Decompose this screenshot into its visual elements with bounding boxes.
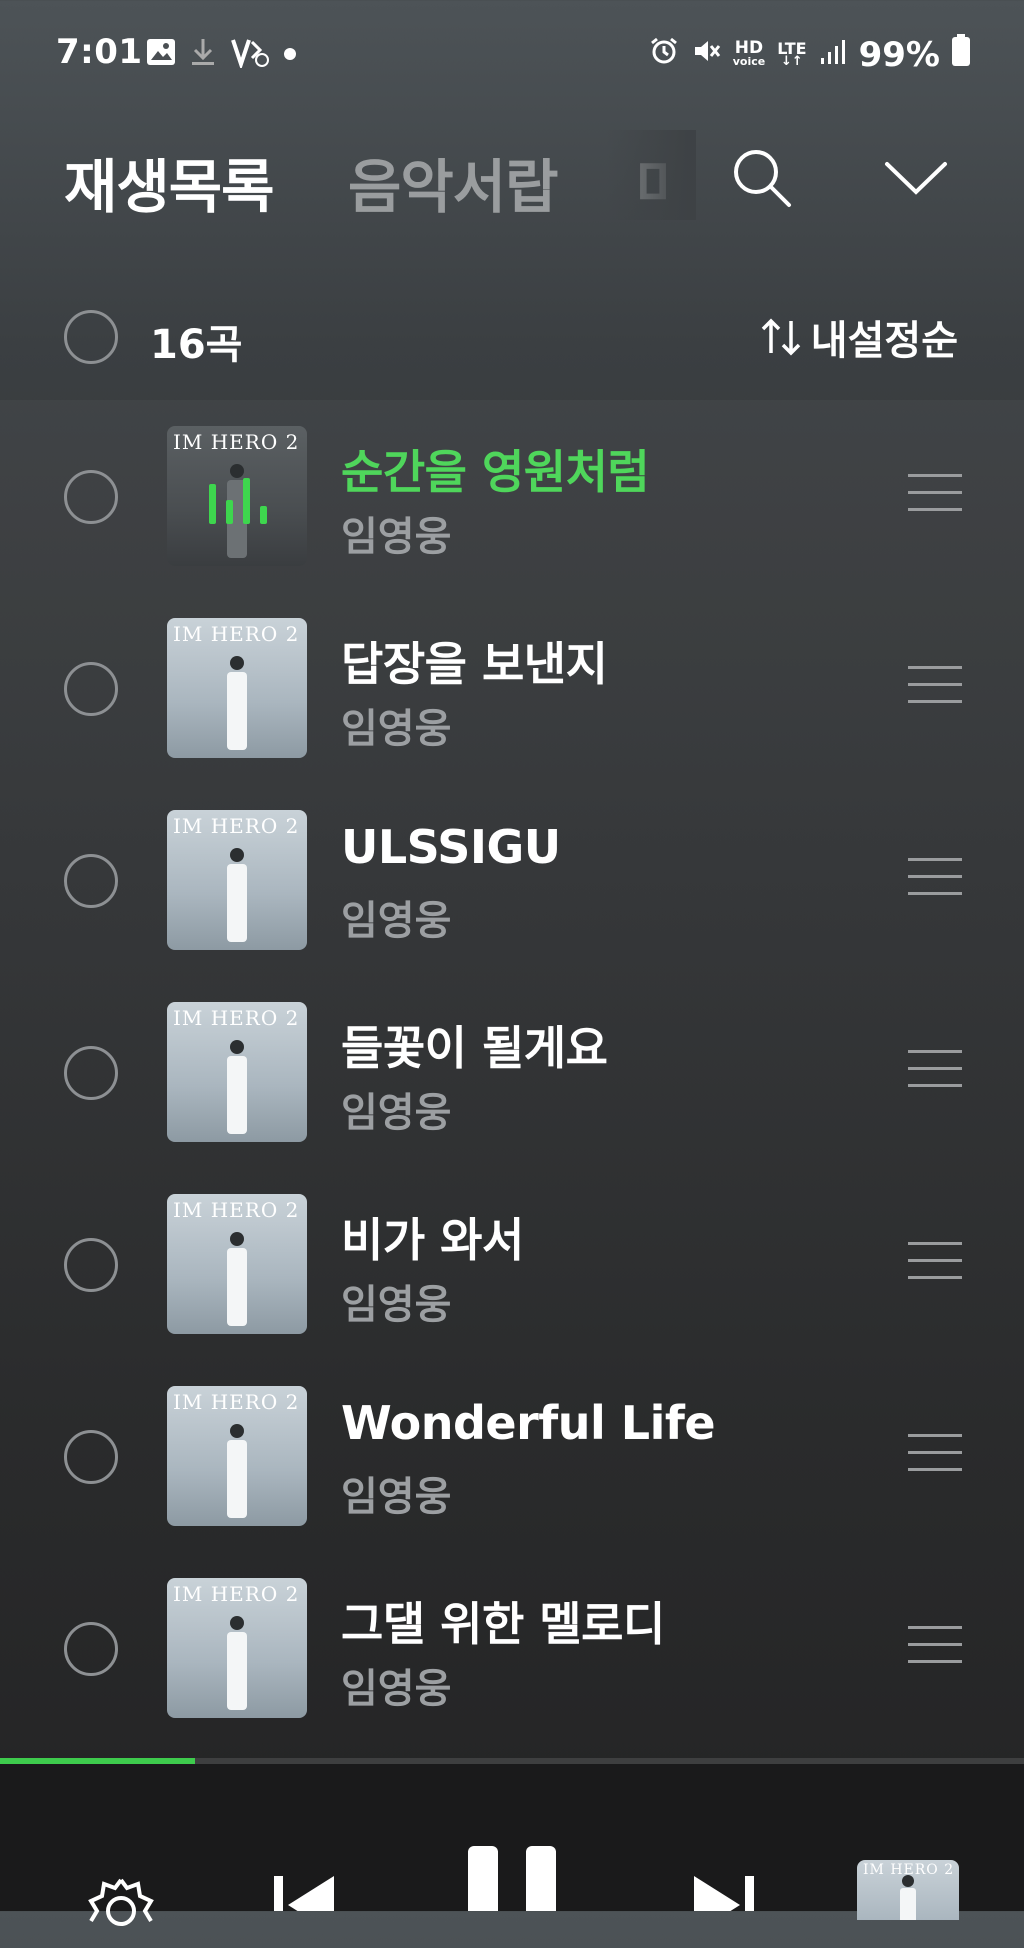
skip-next-icon — [694, 1876, 754, 1911]
tab-fade — [606, 130, 696, 220]
sort-label: 내설정순 — [810, 318, 958, 364]
album-art: IM HERO 2 — [167, 618, 307, 758]
album-figure — [227, 1424, 247, 1518]
song-title: 순간을 영원처럼 — [341, 445, 650, 499]
album-art-title: IM HERO 2 — [173, 1198, 300, 1222]
battery-percent: 99% — [858, 34, 940, 75]
previous-button[interactable] — [270, 1870, 340, 1911]
notification-icons — [146, 36, 296, 72]
album-figure — [227, 848, 247, 942]
album-figure — [227, 1040, 247, 1134]
system-status: HD voice LTE ↓↑ 99% — [649, 34, 970, 75]
sort-icon — [761, 318, 801, 356]
row-checkbox[interactable] — [64, 1238, 118, 1292]
next-button[interactable] — [688, 1870, 758, 1911]
album-art: IM HERO 2 — [167, 1002, 307, 1142]
album-figure — [900, 1875, 916, 1920]
album-art: IM HERO 2 — [167, 810, 307, 950]
list-item[interactable]: IM HERO 2 들꽃이 될게요 임영웅 — [0, 980, 1024, 1172]
album-figure — [227, 1616, 247, 1710]
list-item[interactable]: IM HERO 2 비가 와서 임영웅 — [0, 1172, 1024, 1364]
hd-voice-icon: HD voice — [732, 37, 766, 68]
drag-handle-icon[interactable] — [908, 666, 962, 706]
gear-icon — [88, 1878, 154, 1926]
song-title: 들꽃이 될게요 — [341, 1021, 608, 1075]
drag-handle-icon[interactable] — [908, 1626, 962, 1666]
row-checkbox[interactable] — [64, 854, 118, 908]
song-title: 답장을 보낸지 — [341, 637, 608, 691]
player-bar: IM HERO 2 — [0, 1764, 1024, 1926]
battery-icon — [952, 34, 970, 75]
album-art: IM HERO 2 — [167, 426, 307, 566]
song-title: ULSSIGU — [341, 820, 561, 874]
row-checkbox[interactable] — [64, 662, 118, 716]
sort-button[interactable]: 내설정순 — [759, 308, 958, 366]
drag-handle-icon[interactable] — [908, 1434, 962, 1474]
tab-music-drawer[interactable]: 음악서랍 — [348, 140, 558, 224]
album-art-title: IM HERO 2 — [173, 622, 300, 646]
list-item[interactable]: IM HERO 2 순간을 영원처럼 임영웅 — [0, 404, 1024, 596]
list-item[interactable]: IM HERO 2 Wonderful Life 임영웅 — [0, 1364, 1024, 1556]
search-button[interactable] — [724, 140, 800, 216]
drag-handle-icon[interactable] — [908, 1050, 962, 1090]
song-artist: 임영웅 — [341, 1282, 452, 1328]
pause-button[interactable] — [462, 1846, 562, 1911]
row-checkbox[interactable] — [64, 1430, 118, 1484]
row-checkbox[interactable] — [64, 470, 118, 524]
drag-handle-icon[interactable] — [908, 858, 962, 898]
status-time: 7:01 — [56, 32, 143, 72]
collapse-button[interactable] — [878, 140, 954, 216]
list-toolbar: 16곡 내설정순 — [0, 290, 1024, 390]
now-playing-album-art[interactable]: IM HERO 2 — [857, 1860, 959, 1920]
album-art-title: IM HERO 2 — [173, 1390, 300, 1414]
song-artist: 임영웅 — [341, 514, 452, 560]
pause-icon — [468, 1846, 556, 1911]
song-title: 그댈 위한 멜로디 — [341, 1597, 665, 1651]
album-art: IM HERO 2 — [167, 1578, 307, 1718]
download-icon — [190, 37, 216, 71]
search-icon — [734, 150, 791, 207]
song-artist: 임영웅 — [341, 898, 452, 944]
chevron-down-icon — [885, 162, 947, 195]
drag-handle-icon[interactable] — [908, 474, 962, 514]
album-art: IM HERO 2 — [167, 1194, 307, 1334]
alarm-icon — [649, 35, 679, 75]
gallery-icon — [146, 38, 176, 70]
album-figure — [227, 656, 247, 750]
skip-previous-icon — [274, 1876, 334, 1911]
list-item[interactable]: IM HERO 2 답장을 보낸지 임영웅 — [0, 596, 1024, 788]
album-art: IM HERO 2 — [167, 1386, 307, 1526]
song-title: 비가 와서 — [341, 1213, 524, 1267]
vpn-key-icon — [230, 36, 270, 72]
song-artist: 임영웅 — [341, 1090, 452, 1136]
select-all-checkbox[interactable] — [64, 310, 118, 364]
album-figure — [227, 1232, 247, 1326]
album-art-title: IM HERO 2 — [173, 1006, 300, 1030]
drag-handle-icon[interactable] — [908, 1242, 962, 1282]
signal-icon — [819, 35, 847, 75]
row-checkbox[interactable] — [64, 1046, 118, 1100]
tab-playlist[interactable]: 재생목록 — [64, 140, 274, 224]
header: 재생목록 음악서랍 마 — [0, 110, 1024, 240]
list-item[interactable]: IM HERO 2 그댈 위한 멜로디 임영웅 — [0, 1556, 1024, 1748]
album-art-title: IM HERO 2 — [173, 1582, 300, 1606]
settings-button[interactable] — [84, 1874, 158, 1926]
song-artist: 임영웅 — [341, 706, 452, 752]
list-item[interactable]: IM HERO 2 ULSSIGU 임영웅 — [0, 788, 1024, 980]
song-artist: 임영웅 — [341, 1666, 452, 1712]
song-count: 16곡 — [150, 322, 243, 368]
lte-icon: LTE ↓↑ — [777, 38, 807, 69]
song-artist: 임영웅 — [341, 1474, 452, 1520]
album-art-title: IM HERO 2 — [173, 814, 300, 838]
mute-icon — [691, 35, 721, 75]
dot-indicator-icon — [284, 45, 296, 64]
album-art-title: IM HERO 2 — [173, 430, 300, 454]
row-checkbox[interactable] — [64, 1622, 118, 1676]
equalizer-icon — [209, 476, 267, 524]
status-bar: 7:01 HD voice LTE ↓↑ 99% — [0, 0, 1024, 110]
song-title: Wonderful Life — [341, 1396, 716, 1450]
